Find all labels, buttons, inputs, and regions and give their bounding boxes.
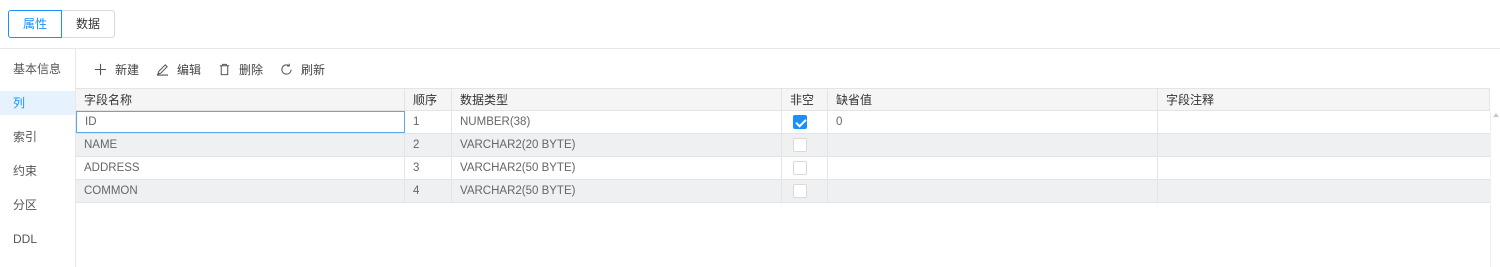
refresh-button[interactable]: 刷新 — [280, 61, 325, 78]
cell-order[interactable]: 2 — [405, 134, 452, 156]
plus-icon — [94, 63, 107, 75]
header-divider — [0, 48, 1500, 49]
header-field-name[interactable]: 字段名称 — [76, 89, 405, 110]
refresh-icon — [281, 63, 292, 75]
cell-field-comment[interactable] — [1158, 111, 1490, 133]
sidebar-item-columns[interactable]: 列 — [0, 91, 75, 115]
cell-default-value[interactable] — [828, 157, 1158, 179]
cell-data-type[interactable]: VARCHAR2(50 BYTE) — [452, 180, 782, 202]
cell-order[interactable]: 3 — [405, 157, 452, 179]
table-row[interactable]: COMMON 4 VARCHAR2(50 BYTE) — [76, 180, 1490, 203]
cell-default-value[interactable] — [828, 134, 1158, 156]
not-null-checkbox[interactable] — [793, 184, 807, 198]
cell-not-null — [782, 180, 828, 202]
scroll-up-arrow-icon[interactable] — [1493, 113, 1499, 117]
table-row[interactable]: ID 1 NUMBER(38) 0 — [76, 111, 1490, 134]
not-null-checkbox[interactable] — [793, 115, 807, 129]
cell-field-name[interactable]: NAME — [76, 134, 405, 156]
cell-default-value[interactable] — [828, 180, 1158, 202]
not-null-checkbox[interactable] — [793, 161, 807, 175]
header-not-null[interactable]: 非空 — [782, 89, 828, 110]
cell-field-name[interactable]: ID — [76, 111, 405, 133]
table-row[interactable]: NAME 2 VARCHAR2(20 BYTE) — [76, 134, 1490, 157]
header-order[interactable]: 顺序 — [405, 89, 452, 110]
header-default-value[interactable]: 缺省值 — [828, 89, 1158, 110]
not-null-checkbox[interactable] — [793, 138, 807, 152]
cell-field-name[interactable]: ADDRESS — [76, 157, 405, 179]
cell-field-comment[interactable] — [1158, 180, 1490, 202]
toolbar: 新建 编辑 删除 刷新 — [94, 59, 342, 79]
new-button[interactable]: 新建 — [94, 61, 139, 78]
sidebar-item-basic-info[interactable]: 基本信息 — [0, 57, 75, 81]
header-field-comment[interactable]: 字段注释 — [1158, 89, 1490, 110]
new-button-label: 新建 — [115, 62, 140, 77]
columns-table: 字段名称 顺序 数据类型 非空 缺省值 字段注释 ID 1 NUMBER(38)… — [76, 88, 1490, 203]
cell-field-comment[interactable] — [1158, 134, 1490, 156]
tab-data[interactable]: 数据 — [61, 10, 116, 38]
cell-not-null — [782, 134, 828, 156]
cell-order[interactable]: 1 — [405, 111, 452, 133]
table-header-row: 字段名称 顺序 数据类型 非空 缺省值 字段注释 — [76, 88, 1490, 111]
vertical-scrollbar[interactable] — [1490, 111, 1500, 267]
cell-order[interactable]: 4 — [405, 180, 452, 202]
tab-properties[interactable]: 属性 — [8, 10, 63, 38]
refresh-button-label: 刷新 — [301, 62, 326, 77]
edit-button-label: 编辑 — [177, 62, 202, 77]
cell-not-null — [782, 157, 828, 179]
cell-field-name[interactable]: COMMON — [76, 180, 405, 202]
cell-default-value[interactable]: 0 — [828, 111, 1158, 133]
header-data-type[interactable]: 数据类型 — [452, 89, 782, 110]
cell-field-comment[interactable] — [1158, 157, 1490, 179]
pencil-icon — [156, 63, 169, 76]
sidebar-item-partitions[interactable]: 分区 — [0, 193, 75, 217]
sidebar-item-ddl[interactable]: DDL — [0, 227, 75, 251]
delete-button-label: 删除 — [239, 62, 264, 77]
sidebar-item-indexes[interactable]: 索引 — [0, 125, 75, 149]
trash-icon — [219, 63, 230, 75]
top-tabs: 属性 数据 — [8, 10, 116, 38]
cell-data-type[interactable]: NUMBER(38) — [452, 111, 782, 133]
cell-data-type[interactable]: VARCHAR2(20 BYTE) — [452, 134, 782, 156]
sidebar-item-constraints[interactable]: 约束 — [0, 159, 75, 183]
cell-not-null — [782, 111, 828, 133]
table-row[interactable]: ADDRESS 3 VARCHAR2(50 BYTE) — [76, 157, 1490, 180]
sidebar: 基本信息 列 索引 约束 分区 DDL — [0, 49, 76, 267]
delete-button[interactable]: 删除 — [218, 61, 263, 78]
cell-data-type[interactable]: VARCHAR2(50 BYTE) — [452, 157, 782, 179]
edit-button[interactable]: 编辑 — [156, 61, 201, 78]
